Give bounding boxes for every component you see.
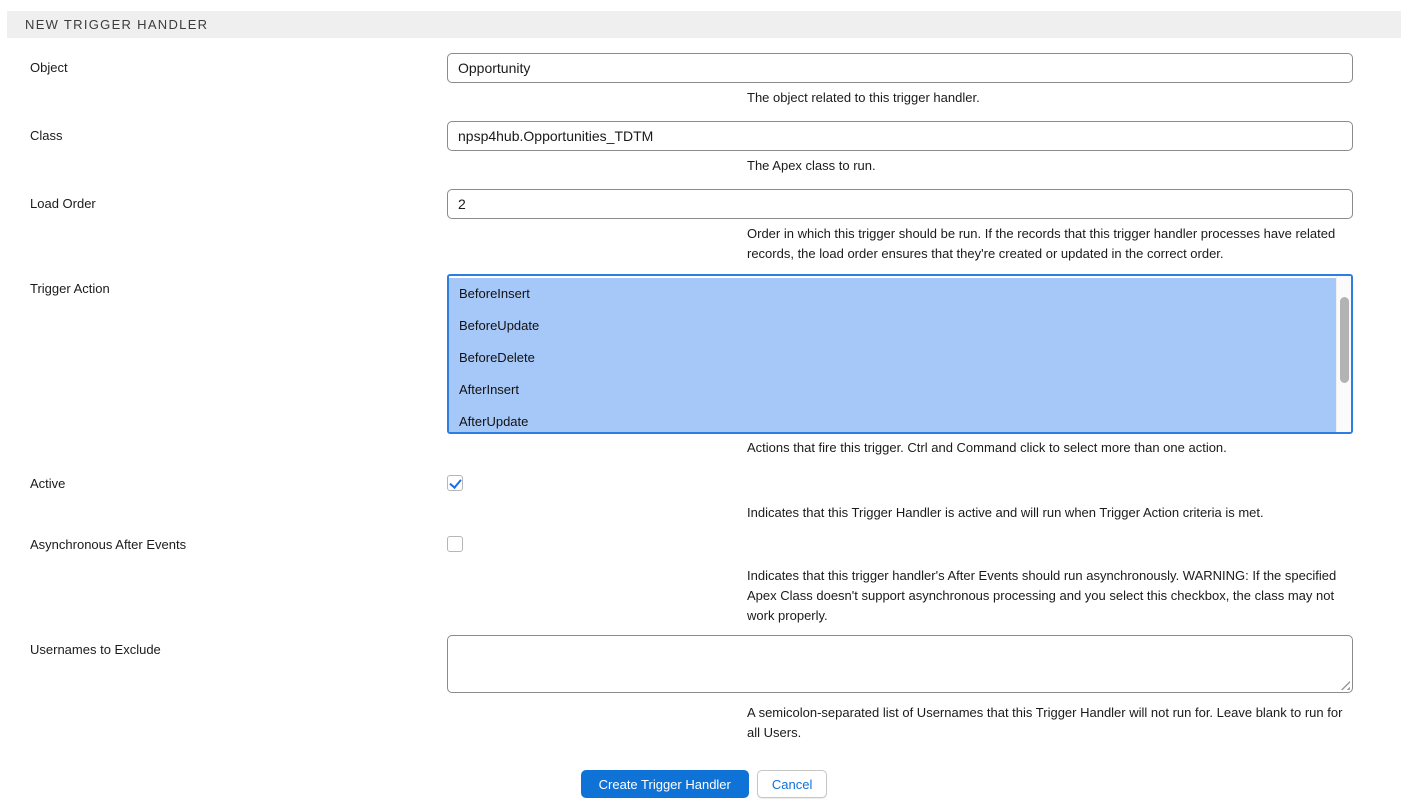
load-order-help-text: Order in which this trigger should be ru… (747, 224, 1353, 264)
object-row: Object The object related to this trigge… (0, 53, 1408, 108)
resize-handle-icon[interactable] (1340, 680, 1350, 690)
section-header: NEW TRIGGER HANDLER (7, 11, 1401, 38)
trigger-action-help-text: Actions that fire this trigger. Ctrl and… (747, 438, 1353, 458)
class-help-text: The Apex class to run. (747, 156, 1353, 176)
async-after-events-help-text: Indicates that this trigger handler's Af… (747, 566, 1353, 626)
trigger-action-option[interactable]: AfterUpdate (449, 406, 1336, 434)
trigger-action-option[interactable]: AfterInsert (449, 374, 1336, 406)
trigger-action-option[interactable]: BeforeInsert (449, 278, 1336, 310)
async-after-events-row: Asynchronous After Events Indicates that… (0, 536, 1408, 626)
async-after-events-label: Asynchronous After Events (0, 536, 447, 626)
trigger-action-options: BeforeInsertBeforeUpdateBeforeDeleteAfte… (449, 278, 1336, 434)
object-input[interactable] (447, 53, 1353, 83)
active-help-text: Indicates that this Trigger Handler is a… (747, 503, 1353, 523)
class-label: Class (0, 121, 447, 176)
trigger-action-option[interactable]: BeforeDelete (449, 342, 1336, 374)
load-order-row: Load Order Order in which this trigger s… (0, 189, 1408, 264)
class-input[interactable] (447, 121, 1353, 151)
cancel-button[interactable]: Cancel (757, 770, 827, 798)
form-actions: Create Trigger Handler Cancel (0, 770, 1408, 798)
usernames-to-exclude-label: Usernames to Exclude (0, 635, 447, 743)
async-after-events-checkbox[interactable] (447, 536, 463, 552)
active-row: Active Indicates that this Trigger Handl… (0, 475, 1408, 523)
usernames-to-exclude-help-text: A semicolon-separated list of Usernames … (747, 703, 1353, 743)
usernames-to-exclude-textarea[interactable] (447, 635, 1353, 693)
listbox-scrollbar-track[interactable] (1336, 276, 1351, 432)
load-order-input[interactable] (447, 189, 1353, 219)
trigger-action-label: Trigger Action (0, 274, 447, 458)
trigger-action-listbox[interactable]: BeforeInsertBeforeUpdateBeforeDeleteAfte… (447, 274, 1353, 434)
trigger-action-row: Trigger Action BeforeInsertBeforeUpdateB… (0, 274, 1408, 458)
section-header-title: NEW TRIGGER HANDLER (25, 17, 208, 32)
new-trigger-handler-form: Object The object related to this trigge… (0, 53, 1408, 798)
object-label: Object (0, 53, 447, 108)
trigger-action-option[interactable]: BeforeUpdate (449, 310, 1336, 342)
listbox-scrollbar-thumb[interactable] (1340, 297, 1349, 383)
active-checkbox[interactable] (447, 475, 463, 491)
create-trigger-handler-button[interactable]: Create Trigger Handler (581, 770, 749, 798)
active-label: Active (0, 475, 447, 523)
load-order-label: Load Order (0, 189, 447, 264)
object-help-text: The object related to this trigger handl… (747, 88, 1353, 108)
class-row: Class The Apex class to run. (0, 121, 1408, 176)
usernames-to-exclude-row: Usernames to Exclude A semicolon-separat… (0, 635, 1408, 743)
